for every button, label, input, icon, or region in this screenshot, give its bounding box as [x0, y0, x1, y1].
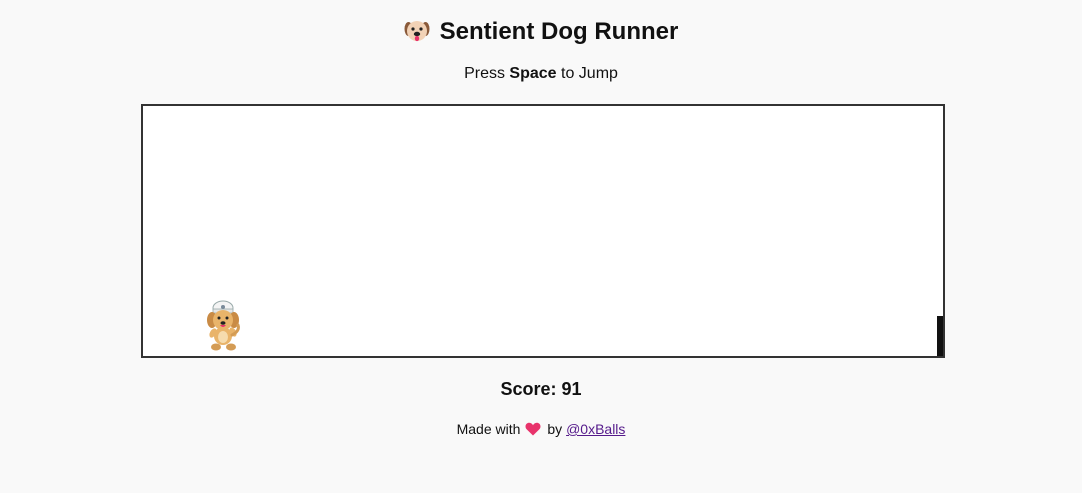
score-display: Score: 91: [0, 378, 1082, 400]
page: Sentient Dog Runner Press Space to Jump: [0, 0, 1082, 493]
obstacle: [937, 316, 943, 356]
footer-made-with: Made with: [456, 421, 521, 437]
dog-face-icon: [404, 18, 430, 44]
instructions-prefix: Press: [464, 65, 505, 82]
score-value: 91: [561, 379, 582, 399]
page-title: Sentient Dog Runner: [0, 15, 1082, 49]
dog-player-sprite: [193, 298, 253, 354]
footer: Made with by @0xBalls: [0, 420, 1082, 438]
author-link[interactable]: @0xBalls: [566, 421, 625, 437]
heart-icon: [525, 422, 541, 436]
title-text: Sentient Dog Runner: [439, 18, 679, 45]
instructions-key: Space: [509, 65, 557, 82]
instructions-suffix: to Jump: [561, 65, 618, 82]
instructions: Press Space to Jump: [0, 64, 1082, 84]
footer-by: by: [547, 421, 563, 437]
game-canvas[interactable]: [141, 104, 945, 358]
score-label: Score:: [500, 379, 557, 399]
